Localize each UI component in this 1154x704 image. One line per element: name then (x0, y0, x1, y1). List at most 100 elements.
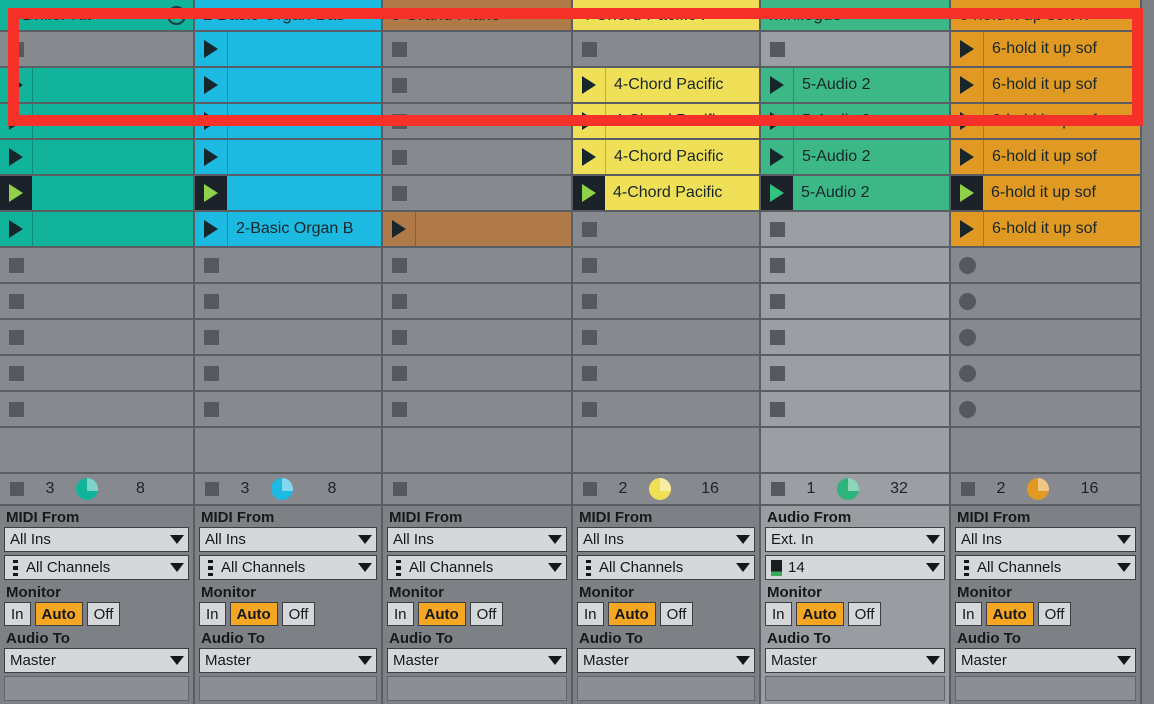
clip-slot[interactable] (383, 248, 571, 284)
clip-slot[interactable] (195, 68, 381, 104)
monitor-auto-button[interactable]: Auto (607, 602, 656, 626)
clip-slot[interactable]: 6-hold it up sof (951, 104, 1140, 140)
clip-slot[interactable]: 6-hold it up sof (951, 212, 1140, 248)
monitor-auto-button[interactable]: Auto (985, 602, 1034, 626)
monitor-in-button[interactable]: In (199, 602, 226, 626)
stop-button[interactable] (573, 248, 605, 282)
stop-button[interactable] (951, 392, 983, 426)
clip-slot[interactable] (0, 140, 193, 176)
clip-slot[interactable] (383, 32, 571, 68)
stop-button[interactable] (0, 32, 32, 66)
stop-button[interactable] (0, 356, 32, 390)
clip-slot[interactable] (383, 392, 571, 428)
clip-slot[interactable]: 4-Chord Pacific (573, 140, 759, 176)
clip-slot[interactable] (573, 356, 759, 392)
clip-play-button-active[interactable] (195, 176, 227, 210)
output-target-dropdown[interactable]: Master (387, 648, 567, 673)
clip-slot[interactable] (0, 248, 193, 284)
clip-slot[interactable] (0, 68, 193, 104)
stop-button[interactable] (0, 284, 32, 318)
clip-play-button[interactable] (951, 140, 983, 174)
input-channel-dropdown[interactable]: All Channels (955, 555, 1136, 580)
track-header-2[interactable]: 2 Basic Organ Bas (195, 0, 381, 32)
clip-slot[interactable] (573, 212, 759, 248)
stop-button[interactable] (951, 320, 983, 354)
monitor-in-button[interactable]: In (387, 602, 414, 626)
stop-button[interactable] (383, 176, 415, 210)
monitor-off-button[interactable]: Off (86, 602, 121, 626)
track-stop-button[interactable] (583, 481, 597, 496)
clip-slot[interactable] (383, 104, 571, 140)
clip-slot[interactable] (951, 392, 1140, 428)
clip-slot[interactable]: 5-Audio 2 (761, 176, 949, 212)
stop-button[interactable] (383, 104, 415, 138)
clip-slot[interactable]: 4-Chord Pacific (573, 104, 759, 140)
stop-button[interactable] (951, 284, 983, 318)
stop-button[interactable] (761, 284, 793, 318)
clip-play-button-active[interactable] (951, 176, 983, 210)
clip-play-button[interactable] (0, 104, 32, 138)
clip-slot[interactable] (383, 320, 571, 356)
monitor-off-button[interactable]: Off (281, 602, 316, 626)
clip-slot[interactable] (761, 248, 949, 284)
stop-button[interactable] (0, 320, 32, 354)
clip-slot[interactable] (195, 356, 381, 392)
clip-play-button[interactable] (195, 140, 227, 174)
stop-button[interactable] (383, 356, 415, 390)
clip-slot[interactable] (761, 212, 949, 248)
stop-button[interactable] (383, 140, 415, 174)
clip-play-button[interactable] (573, 140, 605, 174)
clip-slot[interactable] (761, 32, 949, 68)
track-stop-button[interactable] (10, 481, 24, 496)
clip-play-button[interactable] (761, 104, 793, 138)
track-header-1[interactable]: 1 Driller Kit (0, 0, 193, 32)
output-target-dropdown[interactable]: Master (577, 648, 755, 673)
clip-slot[interactable] (383, 284, 571, 320)
clip-slot[interactable] (761, 356, 949, 392)
stop-button[interactable] (195, 356, 227, 390)
clip-slot[interactable] (573, 284, 759, 320)
launch-quantization-pie-icon[interactable] (649, 477, 671, 500)
clip-slot[interactable] (195, 32, 381, 68)
output-channel-dropdown[interactable] (765, 676, 945, 701)
stop-button[interactable] (573, 320, 605, 354)
stop-button[interactable] (761, 320, 793, 354)
track-stop-button[interactable] (205, 481, 219, 496)
stop-button[interactable] (383, 392, 415, 426)
clip-slot[interactable] (195, 176, 381, 212)
output-channel-dropdown[interactable] (199, 676, 377, 701)
stop-button[interactable] (383, 284, 415, 318)
stop-button[interactable] (761, 212, 793, 246)
clip-slot[interactable] (383, 140, 571, 176)
stop-button[interactable] (0, 392, 32, 426)
clip-slot[interactable] (0, 356, 193, 392)
output-channel-dropdown[interactable] (955, 676, 1136, 701)
clip-play-button[interactable] (0, 140, 32, 174)
output-channel-dropdown[interactable] (387, 676, 567, 701)
clip-play-button[interactable] (761, 140, 793, 174)
track-header-3[interactable]: 3 Grand Piano (383, 0, 571, 32)
monitor-in-button[interactable]: In (955, 602, 982, 626)
input-channel-dropdown[interactable]: All Channels (4, 555, 189, 580)
stop-button[interactable] (573, 356, 605, 390)
clip-play-button[interactable] (951, 212, 983, 246)
launch-quantization-pie-icon[interactable] (76, 477, 98, 500)
clip-slot[interactable]: 2-Basic Organ B (195, 212, 381, 248)
stop-button[interactable] (195, 320, 227, 354)
monitor-auto-button[interactable]: Auto (34, 602, 83, 626)
clip-slot[interactable] (573, 32, 759, 68)
clip-play-button-active[interactable] (573, 176, 605, 210)
track-stop-button[interactable] (771, 481, 785, 496)
clip-play-button-active[interactable] (0, 176, 32, 210)
stop-button[interactable] (573, 32, 605, 66)
stop-button[interactable] (383, 68, 415, 102)
output-target-dropdown[interactable]: Master (199, 648, 377, 673)
clip-play-button[interactable] (951, 68, 983, 102)
clip-slot[interactable] (383, 68, 571, 104)
clip-slot[interactable] (573, 320, 759, 356)
clip-slot[interactable]: 4-Chord Pacific (573, 68, 759, 104)
clip-slot[interactable] (951, 284, 1140, 320)
clip-slot[interactable]: 5-Audio 2 (761, 140, 949, 176)
stop-button[interactable] (761, 356, 793, 390)
monitor-off-button[interactable]: Off (847, 602, 882, 626)
